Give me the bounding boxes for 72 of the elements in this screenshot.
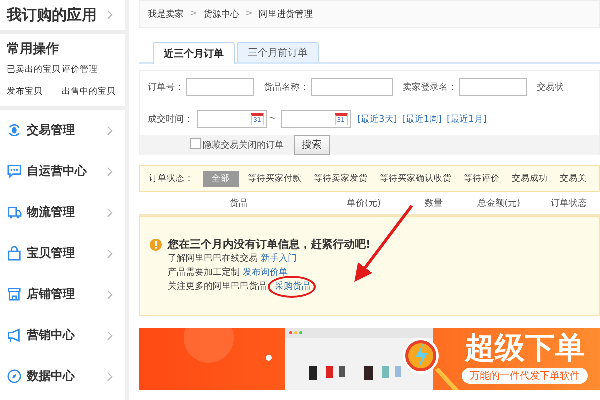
section-title: 常用操作 [7,41,60,58]
search-button[interactable]: 搜索 [294,135,330,155]
field-label: 订单号： [148,82,184,94]
filter-label: 订单状态： [148,172,195,186]
tab[interactable]: 三个月前订单 [237,42,319,62]
status-filter-item[interactable]: 交易关 [557,170,590,186]
bag-icon [7,246,22,261]
status-filter-item[interactable]: 等待买家确认收货 [377,170,455,186]
field-label: 货品名称： [264,82,309,94]
quick-link[interactable]: 发布宝贝 [7,86,62,98]
field-label: 卖家登录名： [403,82,457,94]
sidebar-item[interactable]: 宝贝管理 [0,233,125,274]
date-range-link[interactable]: [最近1周] [402,112,442,126]
field-label: 成交时间： [148,114,193,126]
breadcrumb-link[interactable]: 阿里进货管理 [259,8,314,20]
sidebar-item[interactable]: 营销中心 [0,315,125,356]
quick-link[interactable]: 已卖出的宝贝 [7,64,62,76]
notice-title: 您在三个月内没有订单信息，赶紧行动吧! [168,237,372,252]
quick-link[interactable]: 出售中的宝贝 [62,86,118,98]
chevron-right-icon [107,330,113,340]
column-header: 总金额(元) [476,198,522,210]
chevron-right-icon [107,208,113,218]
quick-link[interactable]: 评价管理 [62,64,118,76]
sidebar-item[interactable]: 店铺管理 [0,274,125,315]
chat-icon [7,164,22,179]
sidebar-item[interactable]: 自运营中心 [0,151,125,192]
status-filter-item[interactable]: 等待卖家发货 [311,170,371,186]
status-filter-item[interactable]: 等待评价 [461,170,503,186]
circle-annotation [268,276,316,298]
truck-icon [7,205,22,220]
input-field[interactable] [459,78,527,96]
chevron-right-icon [107,372,113,382]
input-field[interactable] [311,78,393,96]
breadcrumb-separator: > [246,9,254,19]
column-header: 订单状态 [550,198,588,210]
status-filter-item[interactable]: 等待买家付款 [245,170,305,186]
banner-title: 超级下单 [465,330,585,368]
notice-text: 产品需要加工定制 [168,268,240,278]
sidebar-title: 我订购的应用 [7,6,97,24]
field-label: 交易状 [537,82,564,94]
chevron-right-icon [107,126,113,136]
sidebar-item[interactable]: 数据中心 [0,356,125,397]
notice-link[interactable]: 新手入门 [261,254,297,264]
chevron-right-icon [107,166,113,176]
date-range-link[interactable]: [最近1月] [447,112,487,126]
breadcrumb-separator: > [190,9,198,19]
breadcrumb-link[interactable]: 我是卖家 [148,8,184,20]
sidebar-item[interactable]: 交易管理 [0,110,125,151]
chevron-right-icon [107,10,113,20]
breadcrumb-link[interactable]: 货源中心 [204,8,240,20]
tab[interactable]: 近三个月订单 [153,42,235,64]
column-header: 单价(元) [346,198,382,210]
store-icon [7,287,22,302]
chevron-right-icon [107,248,113,258]
checkbox[interactable]: 隐藏交易关闭的订单 [190,138,284,152]
column-header: 数量 [424,198,444,210]
notice-text: 了解阿里巴巴在线交易 [168,254,258,264]
notice-link[interactable]: 采购货品 [275,282,311,292]
column-header: 货品 [229,198,249,210]
chevron-right-icon [107,290,113,300]
range-separator: ~ [269,114,277,124]
notice-text: 关注更多的阿里巴巴货品 [168,282,267,292]
compass-icon [7,369,22,384]
status-filter-item[interactable]: 交易成功 [509,170,551,186]
coin-icon [7,123,22,138]
banner-subtitle: 万能的一件代发下单软件 [462,368,588,384]
sidebar-item[interactable]: 物流管理 [0,192,125,233]
megaphone-icon [7,328,22,343]
notice-link[interactable]: 发布询价单 [243,268,288,278]
warning-icon [150,238,162,250]
date-range-link[interactable]: [最近3天] [358,112,398,126]
input-field[interactable] [186,78,254,96]
